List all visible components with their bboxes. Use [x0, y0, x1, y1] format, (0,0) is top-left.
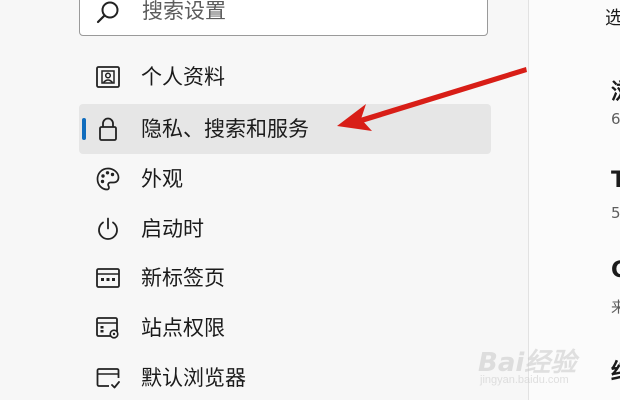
settings-sidebar: 个人资料 隐私、搜索和服务 外观 — [0, 0, 528, 400]
sidebar-item-label: 新标签页 — [141, 266, 225, 290]
watermark-subtext: jingyan.baidu.com — [480, 374, 569, 386]
content-heading-fragment: 浏 — [611, 74, 620, 106]
selected-indicator — [82, 118, 86, 140]
sidebar-item-label: 启动时 — [141, 217, 204, 241]
site-permissions-icon — [96, 317, 119, 339]
sidebar-item-new-tab[interactable]: 新标签页 — [79, 253, 491, 303]
sidebar-item-label: 站点权限 — [141, 316, 225, 340]
search-input[interactable] — [142, 0, 472, 26]
default-browser-icon — [96, 368, 120, 389]
content-heading-fragment: T — [611, 168, 620, 193]
content-heading-fragment: C — [611, 258, 620, 283]
settings-window: 个人资料 隐私、搜索和服务 外观 — [0, 0, 620, 400]
baidu-jingyan-watermark: Bai经验 jingyan.baidu.com — [472, 340, 612, 396]
sidebar-item-label: 默认浏览器 — [141, 366, 246, 390]
sidebar-item-profile[interactable]: 个人资料 — [79, 52, 491, 102]
content-subtext-fragment: 5 — [611, 204, 620, 222]
palette-icon — [96, 167, 120, 191]
content-text-fragment: 选 — [605, 8, 620, 29]
lock-icon — [99, 117, 117, 141]
content-subtext-fragment: 来 — [611, 298, 620, 316]
sidebar-item-site-permissions[interactable]: 站点权限 — [79, 303, 491, 353]
sidebar-item-startup[interactable]: 启动时 — [79, 204, 491, 254]
sidebar-item-label: 外观 — [141, 167, 183, 191]
search-box[interactable] — [79, 0, 488, 36]
power-icon — [98, 217, 118, 240]
sidebar-item-label: 隐私、搜索和服务 — [141, 117, 309, 141]
content-subtext-fragment: 6 — [611, 110, 620, 128]
new-tab-icon — [96, 268, 120, 288]
sidebar-item-default-browser[interactable]: 默认浏览器 — [79, 353, 491, 400]
content-heading-fragment: 结 — [611, 354, 620, 386]
profile-icon — [96, 66, 120, 88]
sidebar-item-appearance[interactable]: 外观 — [79, 154, 491, 204]
search-icon — [96, 1, 119, 24]
sidebar-item-privacy[interactable]: 隐私、搜索和服务 — [79, 104, 491, 154]
sidebar-item-label: 个人资料 — [141, 65, 225, 89]
